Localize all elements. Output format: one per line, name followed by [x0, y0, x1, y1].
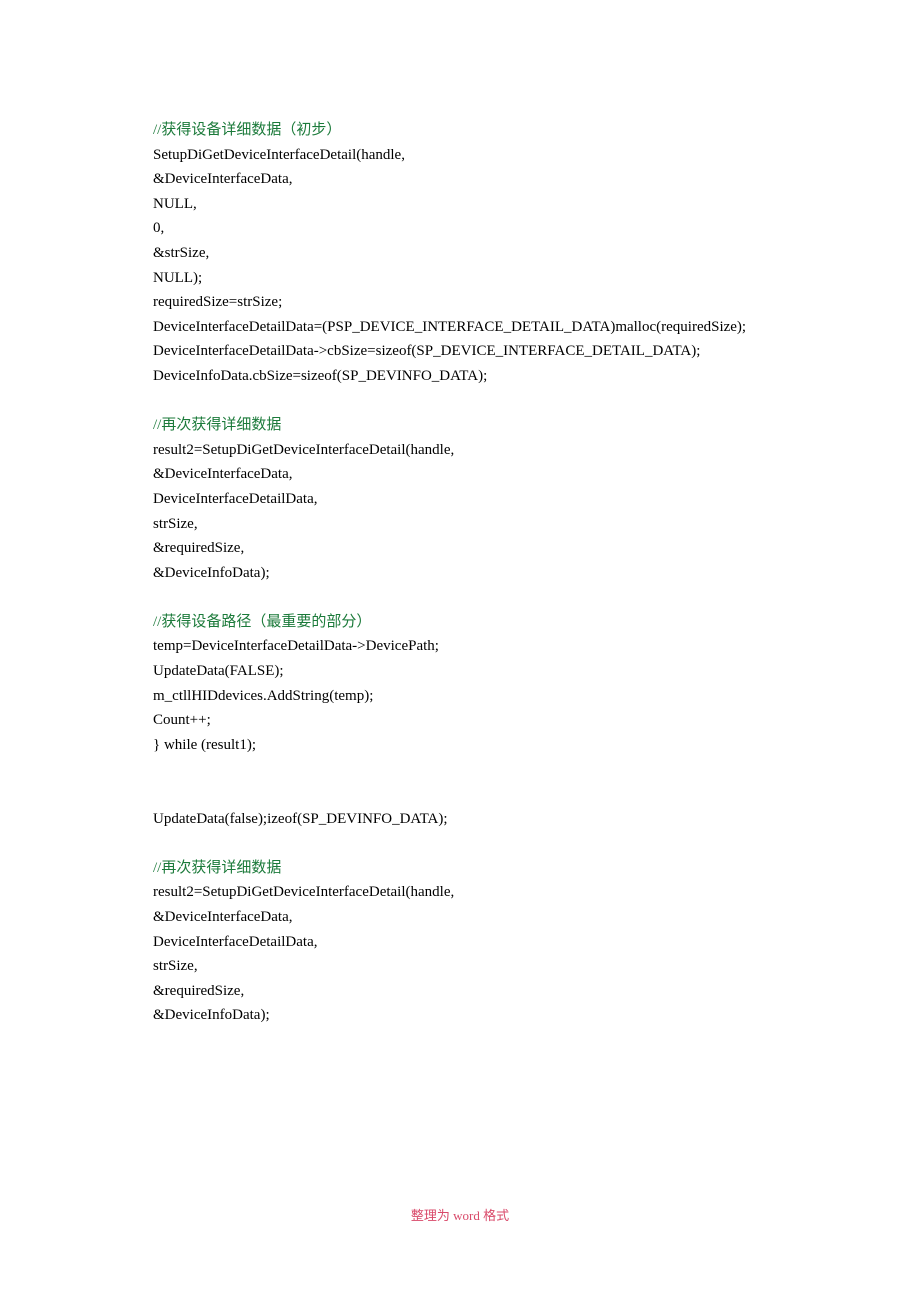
footer-word: word: [450, 1208, 483, 1223]
code-line: &DeviceInfoData);: [153, 561, 766, 586]
code-line: requiredSize=strSize;: [153, 290, 766, 315]
code-line: DeviceInterfaceDetailData,: [153, 930, 766, 955]
code-line: strSize,: [153, 954, 766, 979]
code-line: DeviceInterfaceDetailData,: [153, 487, 766, 512]
code-comment: //再次获得详细数据: [153, 413, 766, 438]
code-line: strSize,: [153, 512, 766, 537]
code-line: &DeviceInterfaceData,: [153, 167, 766, 192]
code-line: &strSize,: [153, 241, 766, 266]
code-line: UpdateData(false);izeof(SP_DEVINFO_DATA)…: [153, 807, 766, 832]
footer-prefix: 整理为: [411, 1208, 450, 1223]
page-footer: 整理为 word 格式: [0, 1205, 920, 1224]
code-line: DeviceInfoData.cbSize=sizeof(SP_DEVINFO_…: [153, 364, 766, 389]
code-line: &DeviceInterfaceData,: [153, 905, 766, 930]
code-line: &requiredSize,: [153, 979, 766, 1004]
blank-line: [153, 389, 766, 414]
blank-line: [153, 782, 766, 807]
code-comment: //获得设备详细数据（初步）: [153, 118, 766, 143]
code-line: SetupDiGetDeviceInterfaceDetail(handle,: [153, 143, 766, 168]
code-line: m_ctllHIDdevices.AddString(temp);: [153, 684, 766, 709]
code-comment: //再次获得详细数据: [153, 856, 766, 881]
code-line: &DeviceInfoData);: [153, 1003, 766, 1028]
code-line: NULL,: [153, 192, 766, 217]
code-line: DeviceInterfaceDetailData->cbSize=sizeof…: [153, 339, 766, 364]
code-line: UpdateData(FALSE);: [153, 659, 766, 684]
code-line: 0,: [153, 216, 766, 241]
code-line: result2=SetupDiGetDeviceInterfaceDetail(…: [153, 880, 766, 905]
code-line: Count++;: [153, 708, 766, 733]
code-line: temp=DeviceInterfaceDetailData->DevicePa…: [153, 634, 766, 659]
code-line: DeviceInterfaceDetailData=(PSP_DEVICE_IN…: [153, 315, 766, 340]
blank-line: [153, 757, 766, 782]
code-comment: //获得设备路径（最重要的部分）: [153, 610, 766, 635]
blank-line: [153, 585, 766, 610]
code-line: &DeviceInterfaceData,: [153, 462, 766, 487]
footer-suffix: 格式: [483, 1208, 509, 1223]
document-page: //获得设备详细数据（初步）SetupDiGetDeviceInterfaceD…: [0, 0, 920, 1028]
code-line: NULL);: [153, 266, 766, 291]
code-line: result2=SetupDiGetDeviceInterfaceDetail(…: [153, 438, 766, 463]
code-line: } while (result1);: [153, 733, 766, 758]
blank-line: [153, 831, 766, 856]
code-line: &requiredSize,: [153, 536, 766, 561]
